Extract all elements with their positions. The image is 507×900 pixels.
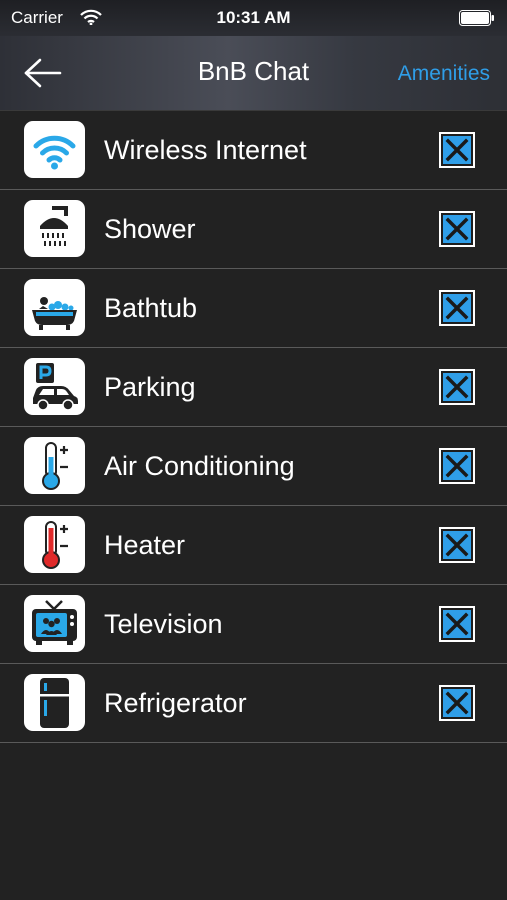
amenity-checkbox[interactable] — [439, 527, 475, 563]
amenity-checkbox[interactable] — [439, 369, 475, 405]
amenity-label: Shower — [104, 214, 196, 244]
thermometer-hot-icon — [24, 516, 85, 573]
amenity-checkbox[interactable] — [439, 685, 475, 721]
status-bar: Carrier 10:31 AM — [0, 0, 507, 36]
amenity-row-shower: Shower — [0, 190, 507, 269]
check-x-icon — [443, 452, 471, 480]
amenity-checkbox[interactable] — [439, 132, 475, 168]
amenity-row-wireless-internet: Wireless Internet — [0, 111, 507, 190]
amenity-checkbox[interactable] — [439, 448, 475, 484]
amenity-label: Television — [104, 609, 223, 639]
amenity-row-parking: Parking — [0, 348, 507, 427]
refrigerator-icon — [24, 674, 85, 731]
check-x-icon — [443, 373, 471, 401]
amenity-label: Air Conditioning — [104, 451, 295, 481]
amenity-label: Refrigerator — [104, 688, 247, 718]
amenity-list: Wireless Internet Shower Bathtub Parking… — [0, 111, 507, 743]
shower-icon — [24, 200, 85, 257]
bathtub-icon — [24, 279, 85, 336]
amenities-button[interactable]: Amenities — [398, 62, 490, 86]
amenity-label: Bathtub — [104, 293, 198, 323]
amenity-label: Wireless Internet — [104, 135, 307, 165]
amenity-label: Parking — [104, 372, 196, 402]
amenity-checkbox[interactable] — [439, 290, 475, 326]
amenity-row-television: Television — [0, 585, 507, 664]
check-x-icon — [443, 294, 471, 322]
television-icon — [24, 595, 85, 652]
amenity-row-bathtub: Bathtub — [0, 269, 507, 348]
check-x-icon — [443, 136, 471, 164]
check-x-icon — [443, 531, 471, 559]
amenity-checkbox[interactable] — [439, 606, 475, 642]
amenity-label: Heater — [104, 530, 186, 560]
amenity-row-air-conditioning: Air Conditioning — [0, 427, 507, 506]
wifi-icon — [24, 121, 85, 178]
amenity-checkbox[interactable] — [439, 211, 475, 247]
check-x-icon — [443, 689, 471, 717]
battery-icon — [459, 10, 494, 26]
amenity-row-refrigerator: Refrigerator — [0, 664, 507, 743]
navigation-bar: BnB Chat Amenities — [0, 36, 507, 111]
amenity-row-heater: Heater — [0, 506, 507, 585]
parking-icon — [24, 358, 85, 415]
check-x-icon — [443, 215, 471, 243]
status-time: 10:31 AM — [216, 8, 291, 27]
check-x-icon — [443, 610, 471, 638]
thermometer-cold-icon — [24, 437, 85, 494]
